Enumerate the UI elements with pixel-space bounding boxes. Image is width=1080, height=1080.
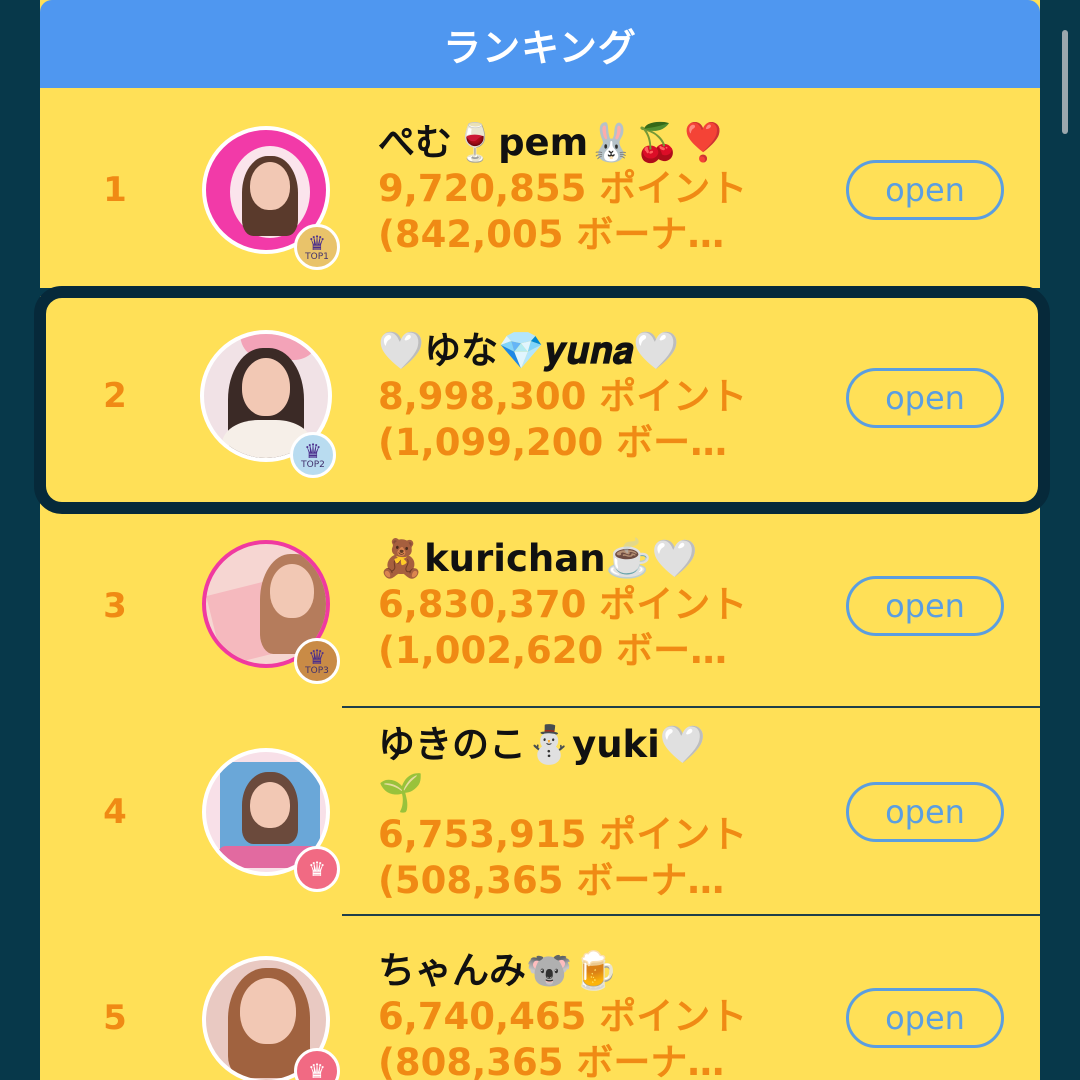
- user-points: 9,720,855 ポイント: [378, 167, 748, 210]
- rank-number: 4: [103, 792, 127, 832]
- open-button[interactable]: open: [846, 160, 1004, 220]
- open-button[interactable]: open: [846, 576, 1004, 636]
- user-bonus: (1,002,620 ボー…: [378, 629, 728, 672]
- open-button[interactable]: open: [846, 368, 1004, 428]
- scrollbar[interactable]: [1062, 30, 1068, 134]
- top-crown-badge: ♛ TOP1: [294, 224, 340, 270]
- crown-icon: ♛: [308, 857, 326, 881]
- rank-number: 3: [103, 586, 127, 626]
- user-name: ちゃんみ🐨🍺: [378, 949, 619, 992]
- user-points: 8,998,300 ポイント: [378, 375, 748, 418]
- user-points: 6,830,370 ポイント: [378, 583, 748, 626]
- crown-icon: ♛: [304, 438, 322, 463]
- ranking-panel: ランキング 1 ♛ TOP1 ぺむ🍷pem🐰🍒❣️ 9,720,855 ポイント…: [40, 0, 1040, 1080]
- ranking-row-2[interactable]: 2 ♛ TOP2 🤍ゆな💎𝒚𝒖𝒏𝒂🤍 8,998,300 ポイント (1,099…: [56, 312, 1028, 488]
- user-bonus: (842,005 ボーナ…: [378, 213, 725, 256]
- open-button[interactable]: open: [846, 782, 1004, 842]
- badge-label: TOP2: [301, 459, 325, 470]
- user-bonus: (808,365 ボーナ…: [378, 1041, 725, 1080]
- crown-icon: ♛: [308, 1059, 326, 1080]
- ranking-title: ランキング: [443, 25, 637, 70]
- user-bonus: (1,099,200 ボー…: [378, 421, 728, 464]
- user-bonus: (508,365 ボーナ…: [378, 859, 725, 902]
- crown-badge: ♛: [294, 846, 340, 892]
- rank-number: 1: [103, 170, 127, 210]
- crown-badge: ♛: [294, 1048, 340, 1080]
- crown-icon: ♛: [308, 230, 326, 255]
- rank-number: 5: [103, 998, 127, 1038]
- top-crown-badge: ♛ TOP2: [290, 432, 336, 478]
- badge-label: TOP1: [305, 251, 329, 262]
- user-name: 🧸kurichan☕️🤍: [378, 537, 698, 580]
- user-name: 🤍ゆな💎𝒚𝒖𝒏𝒂🤍: [378, 329, 680, 372]
- user-points: 6,753,915 ポイント: [378, 813, 748, 856]
- ranking-row-4[interactable]: 4 ♛ ゆきのこ⛄️yuki🤍 🌱 6,753,915 ポイント (508,36…: [40, 708, 1040, 914]
- ranking-row-1[interactable]: 1 ♛ TOP1 ぺむ🍷pem🐰🍒❣️ 9,720,855 ポイント (842,…: [40, 88, 1040, 288]
- user-name-line2: 🌱: [378, 771, 425, 814]
- open-button[interactable]: open: [846, 988, 1004, 1048]
- ranking-row-5[interactable]: 5 ♛ ちゃんみ🐨🍺 6,740,465 ポイント (808,365 ボーナ… …: [40, 916, 1040, 1080]
- badge-label: TOP3: [305, 665, 329, 676]
- crown-icon: ♛: [308, 644, 326, 669]
- ranking-header: ランキング: [40, 0, 1040, 88]
- user-points: 6,740,465 ポイント: [378, 995, 748, 1038]
- top-crown-badge: ♛ TOP3: [294, 638, 340, 684]
- user-name: ゆきのこ⛄️yuki🤍: [378, 723, 706, 766]
- ranking-row-3[interactable]: 3 ♛ TOP3 🧸kurichan☕️🤍 6,830,370 ポイント (1,…: [40, 506, 1040, 706]
- rank-number: 2: [103, 376, 127, 416]
- row-gap: [40, 288, 1040, 296]
- user-name: ぺむ🍷pem🐰🍒❣️: [378, 121, 727, 164]
